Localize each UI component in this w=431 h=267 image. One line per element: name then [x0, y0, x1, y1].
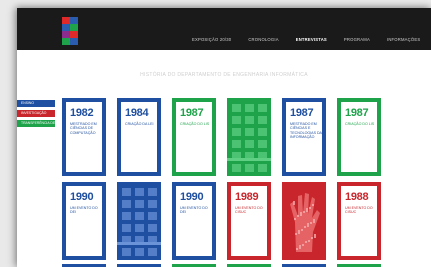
timeline-tile-r2-5[interactable]: 1988 UM EVENTO DO CISUC: [337, 182, 381, 260]
browser-page: EXPOSIÇÃO 20/30 CRONOLOGIA ENTREVISTAS PROG…: [17, 8, 431, 267]
main-nav: EXPOSIÇÃO 20/30 CRONOLOGIA ENTREVISTAS PROG…: [192, 37, 431, 42]
building-photo-blue[interactable]: [117, 182, 161, 260]
logo-icon[interactable]: [62, 17, 78, 45]
side-tab-0[interactable]: ENSINO: [17, 100, 55, 107]
tile-year: 1987: [290, 107, 314, 119]
timeline-tile-r2-2[interactable]: 1990 UM EVENTO DO DEI: [172, 182, 216, 260]
timeline-tile-r1-1[interactable]: 1984 CRIAÇÃO DA LEI: [117, 98, 161, 176]
tile-description: UM EVENTO DO CISUC: [235, 206, 263, 215]
nav-item-entrevistas[interactable]: ENTREVISTAS: [296, 37, 327, 42]
top-navigation-bar: EXPOSIÇÃO 20/30 CRONOLOGIA ENTREVISTAS PROG…: [17, 8, 431, 50]
side-tab-1[interactable]: INVESTIGAÇÃO: [17, 110, 55, 117]
tile-description: UM EVENTO DO DEI: [180, 206, 208, 215]
tile-description: CRIAÇÃO DO LIS: [345, 122, 375, 126]
tile-description: UM EVENTO DO DEI: [70, 206, 98, 215]
timeline-tile-r1-2[interactable]: 1987 CRIAÇÃO DO LIS: [172, 98, 216, 176]
nav-item-programa[interactable]: PROGRAMA: [344, 37, 370, 42]
tile-year: 1988: [345, 191, 369, 203]
tile-year: 1987: [180, 107, 204, 119]
glove-photo-red[interactable]: [282, 182, 326, 260]
building-photo-green[interactable]: [227, 98, 271, 176]
timeline-tile-r2-0[interactable]: 1990 UM EVENTO DO DEI: [62, 182, 106, 260]
side-tab-2[interactable]: TRANSFERÊNCIA DE TECNOLOGIA: [17, 120, 55, 127]
nav-item-informa-es[interactable]: INFORMAÇÕES: [387, 37, 420, 42]
tile-description: MESTRADO EM CIÊNCIAS DE COMPUTAÇÃO: [70, 122, 97, 135]
timeline-tile-r1-0[interactable]: 1982 MESTRADO EM CIÊNCIAS DE COMPUTAÇÃO: [62, 98, 106, 176]
tile-description: MESTRADO EM CIÊNCIAS E TECNOLOGIAS DA IN…: [290, 122, 322, 140]
tile-year: 1982: [70, 107, 94, 119]
tile-year: 1984: [125, 107, 149, 119]
nav-item-exposi-o-20-30[interactable]: EXPOSIÇÃO 20/30: [192, 37, 231, 42]
tile-description: CRIAÇÃO DO LIS: [180, 122, 210, 126]
timeline-tile-r1-4[interactable]: 1987 MESTRADO EM CIÊNCIAS E TECNOLOGIAS D…: [282, 98, 326, 176]
timeline-tile-r2-3[interactable]: 1989 UM EVENTO DO CISUC: [227, 182, 271, 260]
tile-year: 1990: [70, 191, 94, 203]
page-title: HISTÓRIA DO DEPARTAMENTO DE ENGENHARIA I…: [140, 72, 308, 78]
tile-year: 1990: [180, 191, 204, 203]
tile-description: UM EVENTO DO CISUC: [345, 206, 373, 215]
tile-description: CRIAÇÃO DA LEI: [125, 122, 154, 126]
timeline-tile-r1-5[interactable]: 1987 CRIAÇÃO DO LIS: [337, 98, 381, 176]
tile-year: 1989: [235, 191, 259, 203]
category-filter-tabs: ENSINO INVESTIGAÇÃO TRANSFERÊNCIA DE TECNO…: [17, 100, 55, 130]
tile-year: 1987: [345, 107, 369, 119]
nav-item-cronologia[interactable]: CRONOLOGIA: [248, 37, 278, 42]
